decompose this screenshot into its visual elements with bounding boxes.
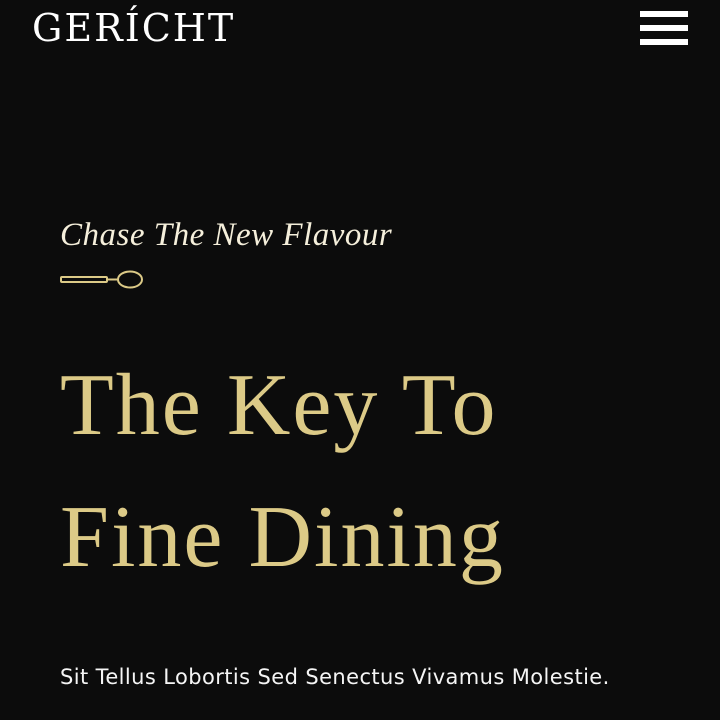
hero-description: Sit Tellus Lobortis Sed Senectus Vivamus… bbox=[60, 665, 610, 689]
menu-bar bbox=[640, 39, 688, 45]
headline-line-1: The Key To bbox=[60, 357, 498, 454]
landing-page: GERÍCHT Chase The New Flavour The Key To… bbox=[0, 0, 720, 720]
hamburger-menu-icon[interactable] bbox=[640, 11, 688, 47]
headline-line-2: Fine Dining bbox=[60, 489, 505, 586]
menu-bar bbox=[640, 25, 688, 31]
menu-bar bbox=[640, 11, 688, 17]
spoon-icon bbox=[60, 270, 143, 289]
brand-logo[interactable]: GERÍCHT bbox=[32, 2, 235, 54]
hero-subtitle: Chase The New Flavour bbox=[60, 217, 393, 253]
hero-headline: The Key To Fine Dining bbox=[60, 340, 680, 604]
